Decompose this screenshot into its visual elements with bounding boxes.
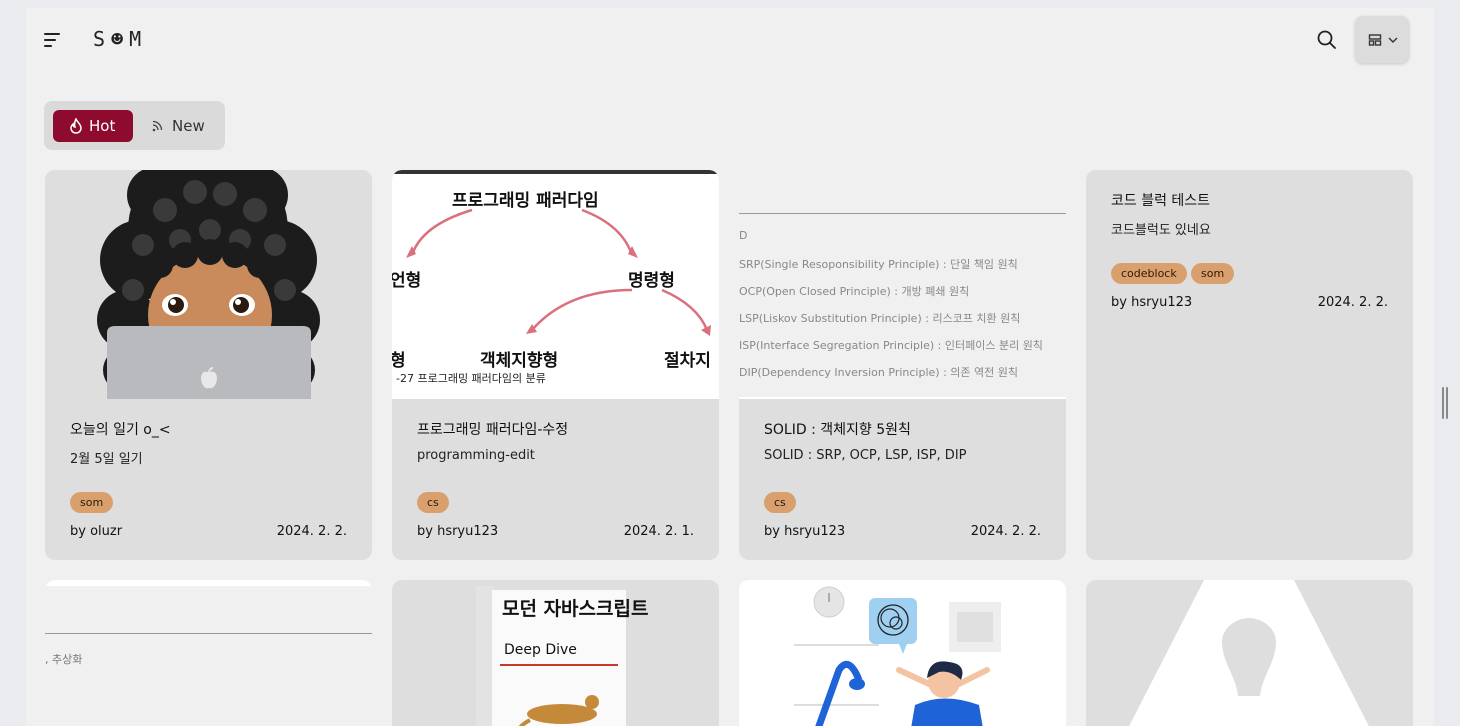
tag[interactable]: codeblock	[1111, 263, 1187, 284]
diagram-heading: 프로그래밍 패러다임	[452, 191, 599, 211]
confused-person-illustration	[794, 586, 1001, 726]
post-date: 2024. 2. 2.	[276, 524, 347, 539]
post-thumbnail	[45, 170, 372, 399]
diagram-label: 형	[392, 351, 406, 371]
solid-line: LSP(Liskov Substitution Principle) : 리스코…	[739, 312, 1021, 325]
tag[interactable]: cs	[764, 492, 796, 513]
post-title[interactable]: 프로그래밍 패러다임-수정	[417, 419, 568, 439]
search-icon[interactable]	[1315, 28, 1339, 52]
tag[interactable]: som	[70, 492, 114, 513]
rss-icon	[152, 120, 163, 132]
post-card[interactable]: 모던 자바스크립트 Deep Dive	[392, 580, 719, 726]
divider	[45, 580, 372, 586]
post-card[interactable]: 프로그래밍 패러다임 언형 명령형 객체지향형 절차지 형 -27 프로그래밍 …	[392, 170, 719, 560]
fire-icon	[70, 118, 82, 134]
divider	[739, 213, 1066, 214]
post-card[interactable]: , 추상화	[45, 580, 372, 726]
tag[interactable]: cs	[417, 492, 449, 513]
resize-handle[interactable]	[1442, 387, 1448, 419]
post-card[interactable]: 오늘의 일기 o_< 2월 5일 일기 som by oluzr 2024. 2…	[45, 170, 372, 560]
post-subtitle: SOLID : SRP, OCP, LSP, ISP, DIP	[764, 448, 967, 463]
tab-new-label: New	[172, 117, 205, 135]
tab-hot[interactable]: Hot	[53, 110, 133, 142]
post-subtitle: 2월 5일 일기	[70, 452, 143, 467]
post-title[interactable]: SOLID : 객체지향 5원칙	[764, 419, 911, 439]
post-date: 2024. 2. 1.	[623, 524, 694, 539]
post-author: by hsryu123	[417, 524, 499, 539]
post-author: by hsryu123	[764, 524, 846, 539]
app-frame: S☻M Hot New 오늘의 일기 o_< 2월 5일 일기 som by o…	[26, 8, 1434, 726]
diagram-label: 언형	[392, 271, 422, 291]
book-subtitle: Deep Dive	[504, 642, 577, 658]
layout-toggle-button[interactable]	[1355, 16, 1409, 63]
diagram-label: 절차지	[664, 351, 711, 371]
solid-line: ISP(Interface Segregation Principle) : 인…	[739, 339, 1043, 352]
solid-line: OCP(Open Closed Principle) : 개방 폐쇄 원칙	[739, 285, 970, 298]
logo[interactable]: S☻M	[93, 27, 147, 51]
post-thumbnail: 프로그래밍 패러다임 언형 명령형 객체지향형 절차지 형 -27 프로그래밍 …	[392, 170, 719, 399]
diagram-caption: -27 프로그래밍 패러다임의 분류	[396, 372, 546, 385]
post-title[interactable]: 코드 블럭 테스트	[1111, 190, 1210, 210]
divider	[45, 633, 372, 634]
memoji-avatar-image	[97, 170, 320, 399]
post-card[interactable]	[1086, 580, 1413, 726]
warning-icon	[1129, 580, 1369, 726]
post-author: by oluzr	[70, 524, 123, 539]
tag[interactable]: som	[1191, 263, 1235, 284]
post-thumbnail: D SRP(Single Resoponsibility Principle) …	[739, 170, 1066, 399]
post-card[interactable]: 코드 블럭 테스트 코드블럭도 있네요 codeblock som by hsr…	[1086, 170, 1413, 560]
post-author: by hsryu123	[1111, 295, 1193, 310]
layout-icon	[1368, 34, 1382, 46]
thumbnail-text: , 추상화	[45, 653, 83, 666]
solid-line: D	[739, 229, 748, 242]
tab-hot-label: Hot	[89, 117, 116, 135]
post-title[interactable]: 오늘의 일기 o_<	[70, 419, 171, 439]
post-card[interactable]: D SRP(Single Resoponsibility Principle) …	[739, 170, 1066, 560]
menu-icon[interactable]	[44, 32, 62, 48]
post-subtitle: programming-edit	[417, 448, 535, 463]
post-date: 2024. 2. 2.	[970, 524, 1041, 539]
post-date: 2024. 2. 2.	[1317, 295, 1388, 310]
solid-line: SRP(Single Resoponsibility Principle) : …	[739, 258, 1018, 271]
post-subtitle: 코드블럭도 있네요	[1111, 223, 1211, 238]
divider	[739, 397, 1066, 399]
diagram-label: 객체지향형	[480, 351, 559, 371]
sort-tabs: Hot New	[44, 101, 225, 150]
chevron-down-icon	[1388, 37, 1398, 43]
post-card[interactable]	[739, 580, 1066, 726]
book-title: 모던 자바스크립트	[502, 598, 649, 620]
tab-new[interactable]: New	[144, 110, 220, 142]
solid-line: DIP(Dependency Inversion Principle) : 의존…	[739, 366, 1018, 379]
diagram-label: 명령형	[628, 271, 675, 291]
